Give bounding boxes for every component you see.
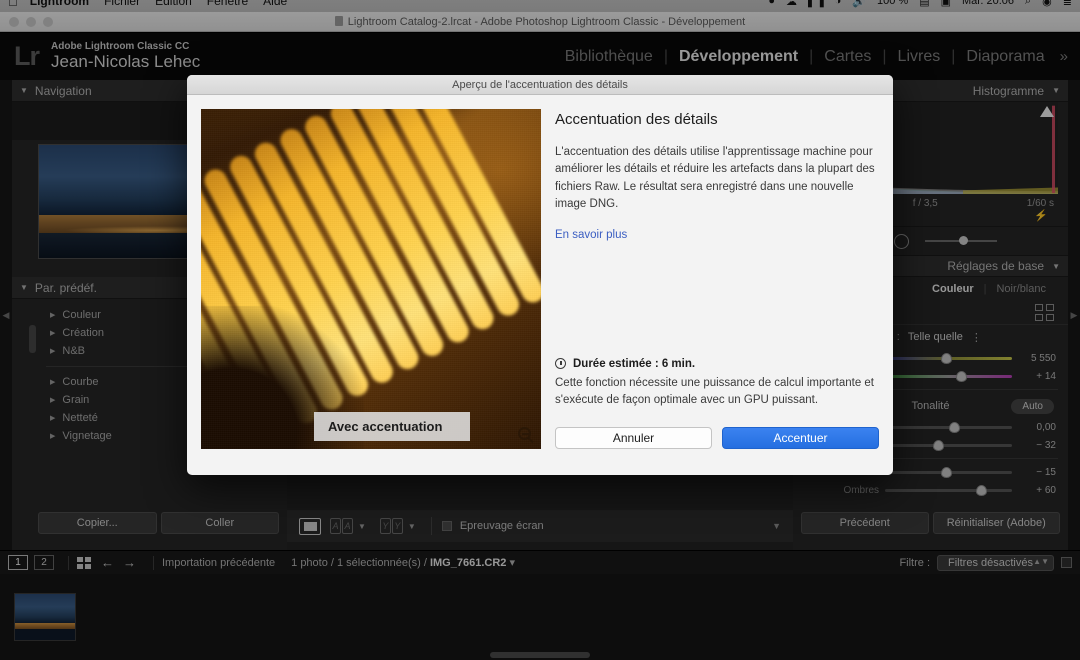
dialog-content: Accentuation des détails L'accentuation … (555, 109, 879, 449)
dialog-title-bar: Aperçu de l'accentuation des détails (187, 75, 893, 95)
lightroom-window:  Lightroom Fichier Edition Fenêtre Aide… (0, 0, 1080, 660)
dialog-body: Avec accentuation Accentuation des détai… (187, 95, 893, 463)
duration-text: Durée estimée : 6 min. (573, 358, 695, 370)
preview-noise (201, 109, 541, 449)
dialog-description: L'accentuation des détails utilise l'app… (555, 144, 879, 213)
enhance-details-dialog: Aperçu de l'accentuation des détails Ave… (187, 75, 893, 475)
dialog-footer: Durée estimée : 6 min. Cette fonction né… (555, 358, 879, 450)
cancel-button[interactable]: Annuler (555, 427, 712, 449)
learn-more-link[interactable]: En savoir plus (555, 229, 879, 241)
enhance-button[interactable]: Accentuer (722, 427, 879, 449)
zoom-out-icon[interactable] (518, 427, 531, 440)
estimated-duration: Durée estimée : 6 min. (555, 358, 879, 370)
enhance-preview[interactable]: Avec accentuation (201, 109, 541, 449)
dialog-title: Aperçu de l'accentuation des détails (452, 79, 628, 91)
dialog-buttons: Annuler Accentuer (555, 427, 879, 449)
preview-label: Avec accentuation (314, 412, 470, 441)
clock-icon (555, 358, 566, 369)
dialog-note: Cette fonction nécessite une puissance d… (555, 375, 879, 410)
dialog-heading: Accentuation des détails (555, 111, 879, 128)
